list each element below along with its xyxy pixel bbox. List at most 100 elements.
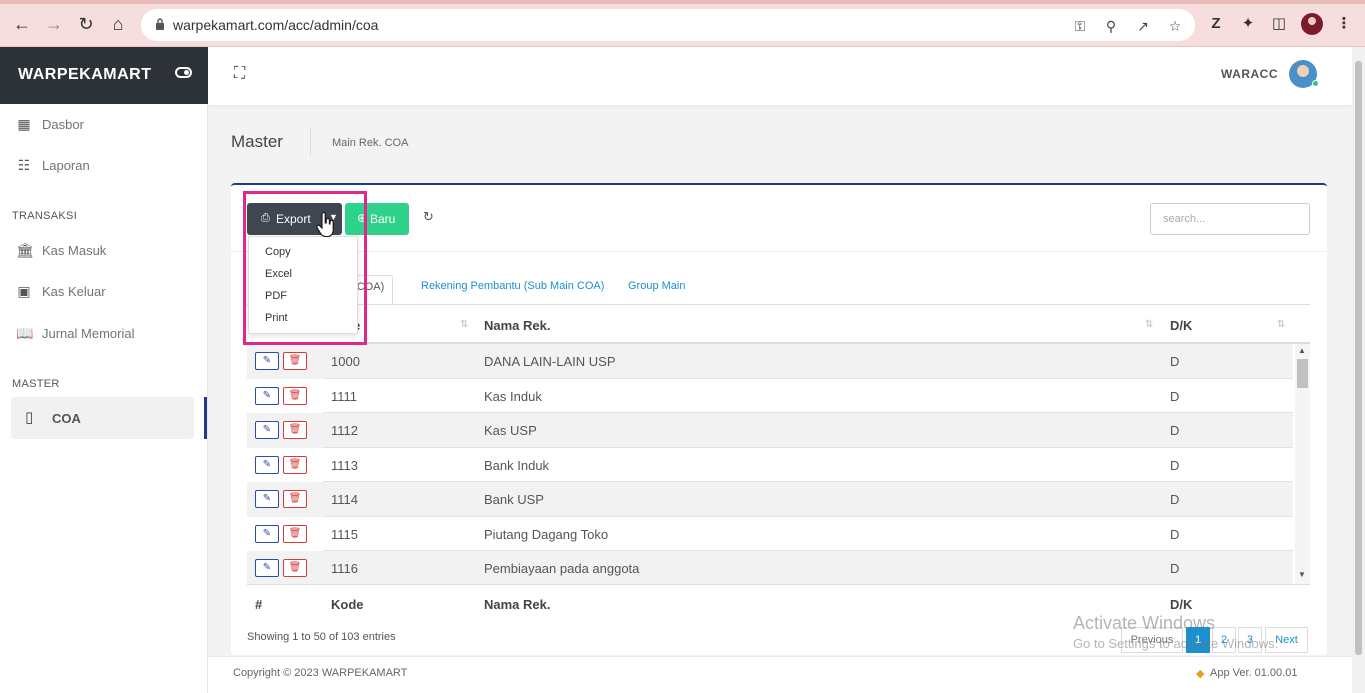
trash-icon[interactable]: 🗑 (283, 490, 307, 508)
sidebar-item-kas-keluar[interactable]: ▣ Kas Keluar (0, 279, 204, 303)
edit-icon[interactable]: ✎ (255, 524, 279, 543)
home-icon[interactable]: ⌂ (106, 12, 130, 36)
back-arrow-icon[interactable]: ← (10, 12, 34, 36)
trash-icon[interactable]: 🗑 (283, 455, 307, 474)
edit-icon[interactable]: ✎ (255, 455, 279, 474)
scroll-down-icon[interactable]: ▼ (1298, 570, 1306, 579)
sidebar-item-label: Laporan (42, 158, 90, 173)
browser-toolbar: ← → ↻ ⌂ warpekamart.com/acc/admin/coa ⚿ … (0, 0, 1365, 47)
cell-dk: D (1170, 354, 1180, 369)
scrollbar-thumb[interactable] (1355, 61, 1362, 655)
table-info: Showing 1 to 50 of 103 entries (247, 631, 396, 643)
profile-avatar[interactable] (1301, 13, 1323, 35)
action-cell: ✎ 🗑 (247, 447, 323, 482)
table-row: ✎ 🗑 1000 DANA LAIN-LAIN USP D (247, 344, 1293, 379)
action-cell: ✎ 🗑 (247, 413, 323, 448)
search-input[interactable] (1150, 203, 1310, 235)
active-indicator (204, 397, 207, 439)
sidebar-item-coa[interactable]: ▯ COA (11, 397, 194, 439)
side-panel-icon[interactable]: ◫ (1269, 14, 1289, 34)
trash-icon[interactable]: 🗑 (283, 386, 307, 405)
fullscreen-icon[interactable]: ⛶ (234, 66, 250, 82)
forward-arrow-icon[interactable]: → (42, 12, 66, 36)
edit-icon[interactable]: ✎ (255, 490, 279, 508)
table-body[interactable]: ✎ 🗑 1000 DANA LAIN-LAIN USP D ✎ 🗑 1111 K… (247, 344, 1310, 584)
cash-icon: ▣ (17, 283, 31, 299)
star-icon[interactable]: ☆ (1166, 17, 1184, 35)
cell-kode: 1111 (331, 388, 358, 404)
sidebar-item-label: Dasbor (42, 117, 84, 132)
cell-dk: D (1170, 423, 1180, 438)
title-divider (310, 128, 311, 156)
edit-icon[interactable]: ✎ (255, 386, 279, 405)
reload-icon[interactable]: ↻ (74, 12, 98, 36)
cell-nama: Kas USP (484, 423, 537, 438)
user-name[interactable]: WARACC (1221, 67, 1278, 81)
action-cell: ✎ 🗑 (247, 378, 323, 413)
trash-icon[interactable]: 🗑 (283, 524, 307, 543)
top-header: ⛶ WARACC (208, 47, 1352, 105)
cell-dk: D (1170, 388, 1180, 404)
trash-icon[interactable]: 🗑 (283, 352, 307, 370)
table-scrollbar-thumb[interactable] (1297, 359, 1308, 388)
table-row: ✎ 🗑 1111 Kas Induk D (247, 378, 1293, 413)
toggle-icon[interactable] (175, 67, 192, 78)
sidebar-item-label: Kas Keluar (42, 284, 106, 299)
cell-dk: D (1170, 457, 1180, 473)
windows-activation-watermark: Activate Windows Go to Settings to activ… (1073, 613, 1278, 651)
app-version: App Ver. 01.00.01 (1210, 667, 1298, 679)
edit-icon[interactable]: ✎ (255, 559, 279, 577)
cell-dk: D (1170, 526, 1180, 542)
footer-kode: Kode (331, 597, 364, 612)
refresh-icon[interactable]: ↻ (423, 210, 437, 224)
tab-rekening-pembantu[interactable]: Rekening Pembantu (Sub Main COA) (421, 275, 604, 305)
new-label: Baru (370, 212, 396, 226)
footer-dk: D/K (1170, 597, 1193, 612)
edit-icon[interactable]: ✎ (255, 421, 279, 439)
sort-icon[interactable]: ⇅ (1277, 319, 1285, 330)
book-icon: 📖 (16, 325, 34, 341)
kebab-menu-icon[interactable]: ⋮ (1334, 14, 1354, 34)
edit-icon[interactable]: ✎ (255, 352, 279, 370)
tab-strip (0, 0, 1365, 4)
sort-icon[interactable]: ⇅ (1145, 319, 1153, 330)
sidebar-item-laporan[interactable]: ☷ Laporan (0, 153, 204, 177)
sidebar-item-dasbor[interactable]: ▦ Dasbor (0, 112, 204, 136)
header-dk[interactable]: D/K (1170, 318, 1192, 333)
z-extension-icon[interactable]: Z (1206, 14, 1226, 34)
online-status-dot (1312, 80, 1319, 87)
action-cell: ✎ 🗑 (247, 482, 323, 517)
table-row: ✎ 🗑 1116 Pembiayaan pada anggota D (247, 551, 1293, 584)
key-icon[interactable]: ⚿ (1071, 17, 1089, 35)
cell-nama: Kas Induk (484, 388, 542, 404)
layers-icon: ◆ (1196, 668, 1205, 680)
header-nama[interactable]: Nama Rek. (484, 318, 550, 333)
address-bar[interactable]: warpekamart.com/acc/admin/coa ⚿ ⚲ ↗ ☆ (141, 9, 1195, 41)
section-heading-master: MASTER (12, 378, 60, 390)
trash-icon[interactable]: 🗑 (283, 559, 307, 577)
puzzle-icon[interactable]: ✦ (1238, 14, 1258, 34)
watermark-line-2: Go to Settings to activate Windows. (1073, 636, 1279, 651)
trash-icon[interactable]: 🗑 (283, 421, 307, 439)
sidebar-item-kas-masuk[interactable]: 🏛 Kas Masuk (0, 238, 204, 262)
sidebar-item-jurnal-memorial[interactable]: 📖 Jurnal Memorial (0, 321, 204, 345)
sidebar-item-label: COA (52, 411, 81, 426)
cell-nama: Pembiayaan pada anggota (484, 561, 640, 576)
lock-icon (156, 18, 164, 30)
brand-bar: WARPEKAMART (0, 47, 208, 104)
scroll-up-icon[interactable]: ▲ (1298, 346, 1306, 355)
table-row: ✎ 🗑 1113 Bank Induk D (247, 447, 1293, 482)
watermark-line-1: Activate Windows (1073, 613, 1216, 633)
footer-num: # (255, 597, 263, 612)
tab-group-main[interactable]: Group Main (628, 275, 685, 305)
share-icon[interactable]: ↗ (1134, 17, 1152, 35)
highlight-box (243, 191, 367, 345)
table-scrollbar[interactable]: ▲ ▼ (1295, 344, 1310, 584)
page-scrollbar[interactable] (1352, 47, 1365, 693)
brand-name: WARPEKAMART (18, 66, 152, 83)
action-cell: ✎ 🗑 (247, 551, 323, 584)
sort-icon[interactable]: ⇅ (460, 319, 468, 330)
cell-kode: 1116 (331, 561, 358, 576)
cell-nama: Bank Induk (484, 457, 550, 473)
zoom-icon[interactable]: ⚲ (1102, 17, 1120, 35)
